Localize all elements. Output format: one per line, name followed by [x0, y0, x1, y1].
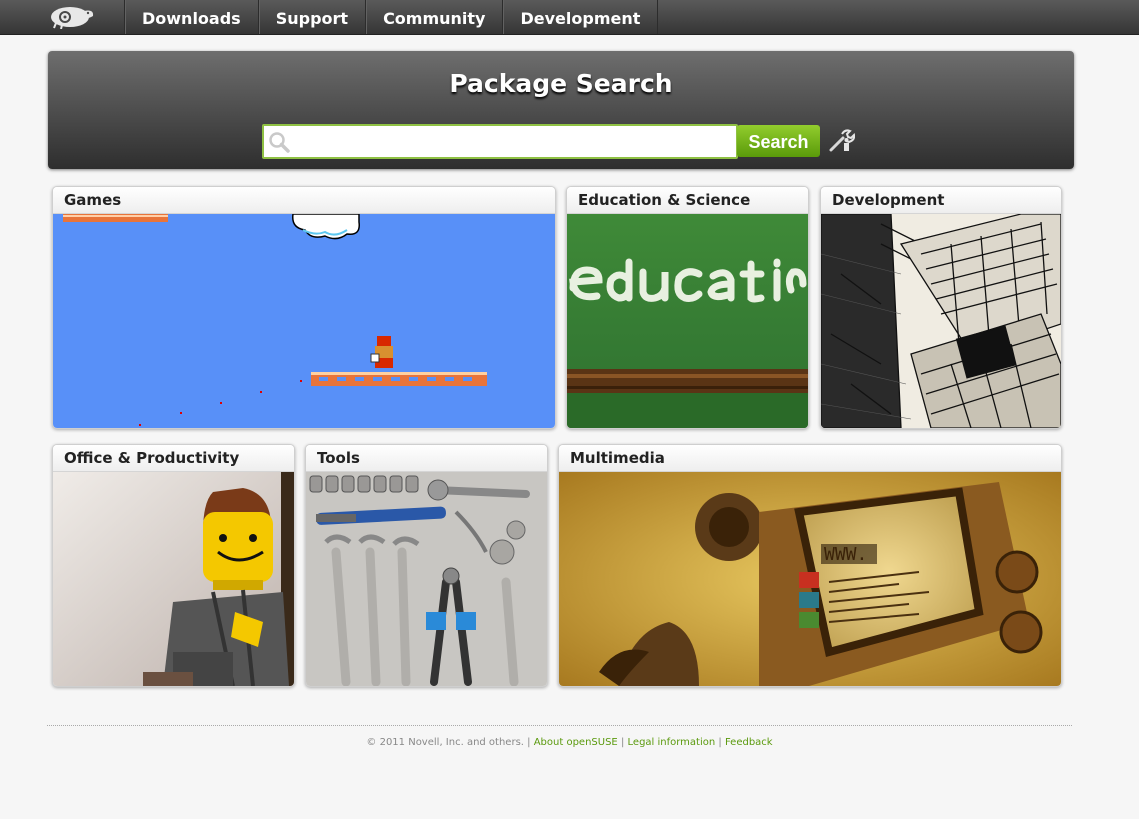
screen-text-decor: WWW.	[824, 544, 867, 565]
category-card-tools[interactable]: Tools	[305, 444, 548, 687]
development-image	[821, 214, 1061, 428]
footer-link-legal[interactable]: Legal information	[628, 737, 716, 748]
category-title: Office & Productivity	[64, 449, 240, 467]
footer-link-about[interactable]: About openSUSE	[534, 737, 618, 748]
category-title: Tools	[317, 449, 360, 467]
category-title: Development	[832, 191, 945, 209]
main-nav: Downloads Support Community Development	[124, 0, 659, 34]
search-button[interactable]: Search	[737, 125, 820, 157]
category-card-multimedia[interactable]: Multimedia WWW.	[558, 444, 1062, 687]
search-field[interactable]	[262, 124, 738, 159]
games-image	[53, 214, 555, 428]
office-image	[53, 472, 294, 686]
category-card-games[interactable]: Games	[52, 186, 556, 429]
category-card-office-productivity[interactable]: Office & Productivity	[52, 444, 295, 687]
footer-link-feedback[interactable]: Feedback	[725, 737, 773, 748]
search-panel: Package Search Search	[48, 51, 1074, 169]
top-navigation-bar: Downloads Support Community Development	[0, 0, 1139, 35]
opensuse-chameleon-icon[interactable]	[48, 3, 98, 30]
category-card-development[interactable]: Development	[820, 186, 1062, 429]
copyright-text: © 2011 Novell, Inc. and others.	[366, 737, 524, 748]
page-title: Package Search	[449, 69, 673, 98]
footer: © 2011 Novell, Inc. and others. | About …	[0, 737, 1139, 748]
category-card-education-science[interactable]: Education & Science	[566, 186, 809, 429]
category-title: Multimedia	[570, 449, 665, 467]
nav-support[interactable]: Support	[257, 0, 365, 34]
nav-community[interactable]: Community	[365, 0, 502, 34]
multimedia-image: WWW.	[559, 472, 1061, 686]
category-title: Education & Science	[578, 191, 751, 209]
nav-development[interactable]: Development	[502, 0, 659, 34]
search-input[interactable]	[294, 126, 734, 159]
category-title: Games	[64, 191, 122, 209]
footer-divider	[47, 725, 1072, 726]
search-icon	[268, 131, 290, 153]
education-image	[567, 214, 808, 428]
tools-image	[306, 472, 547, 686]
tools-icon[interactable]	[827, 126, 856, 154]
nav-downloads[interactable]: Downloads	[124, 0, 258, 34]
